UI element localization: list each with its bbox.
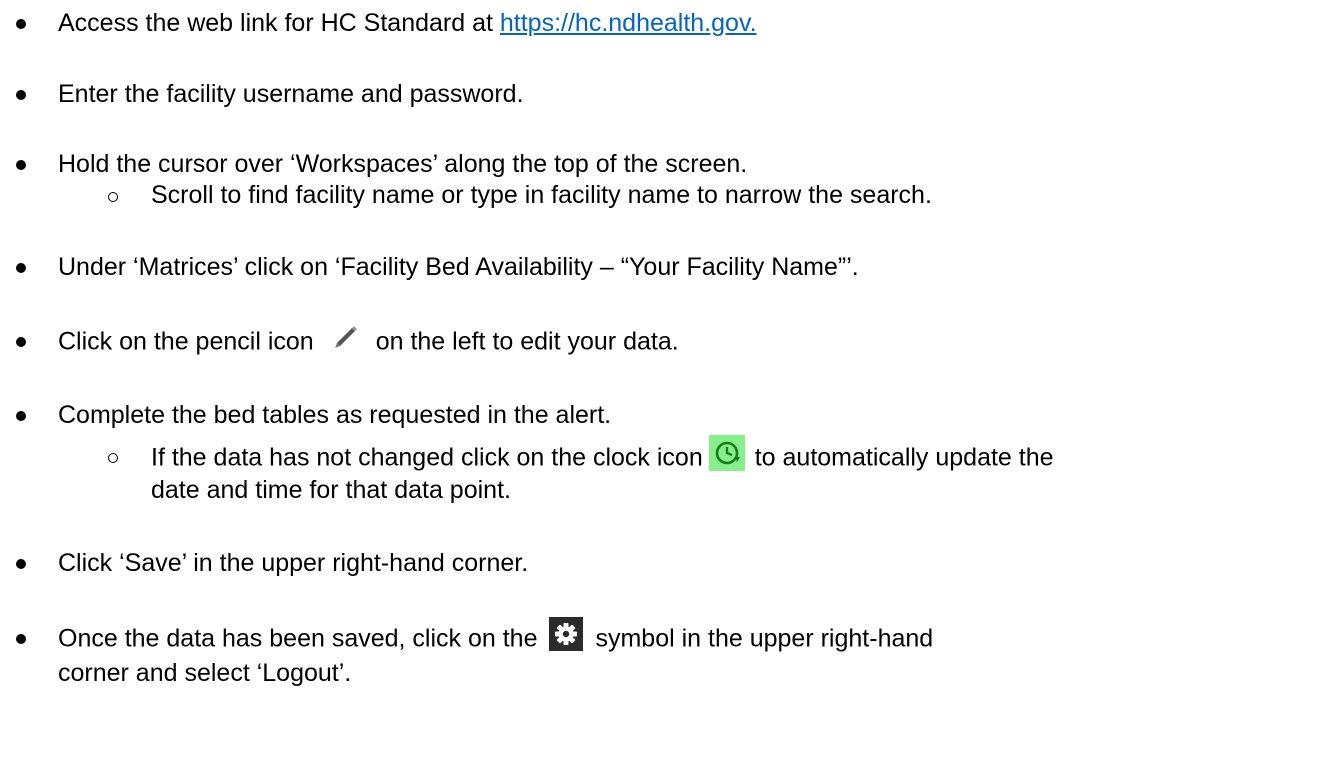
instruction-text: Scroll to find facility name or type in …: [151, 181, 932, 209]
bullet: [16, 337, 26, 347]
instruction-text: Under ‘Matrices’ click on ‘Facility Bed …: [58, 253, 859, 281]
bullet: [16, 634, 26, 644]
instruction-text: Click ‘Save’ in the upper right-hand cor…: [58, 549, 529, 577]
bullet: [16, 19, 26, 29]
instruction-text: Access the web link for HC Standard at: [58, 9, 500, 37]
instruction-text: Click on the pencil icon: [58, 327, 314, 356]
bullet: [16, 160, 26, 170]
pencil-icon: [328, 318, 362, 352]
instruction-text: If the data has not changed click on the…: [151, 443, 703, 472]
instruction-text: to automatically update the: [754, 443, 1054, 472]
bullet: [16, 411, 26, 421]
instruction-text: Once the data has been saved, click on t…: [58, 624, 538, 653]
bullet: [16, 90, 26, 100]
instruction-text: Complete the bed tables as requested in …: [58, 401, 612, 429]
instruction-text: on the left to edit your data.: [375, 327, 679, 356]
instruction-text: Enter the facility username and password…: [58, 80, 524, 108]
instruction-text: symbol in the upper right-hand: [595, 624, 934, 653]
clock-icon: [708, 435, 745, 471]
hc-standard-link[interactable]: https://hc.ndhealth.gov.: [500, 9, 757, 37]
instruction-text: date and time for that data point.: [151, 476, 511, 504]
instruction-text: Hold the cursor over ‘Workspaces’ along …: [58, 150, 748, 178]
instruction-text: corner and select ‘Logout’.: [58, 659, 352, 687]
bullet: [16, 559, 26, 569]
sub-bullet: [108, 453, 118, 463]
sub-bullet: [108, 192, 118, 202]
gear-icon: [549, 617, 584, 651]
bullet: [16, 263, 26, 273]
